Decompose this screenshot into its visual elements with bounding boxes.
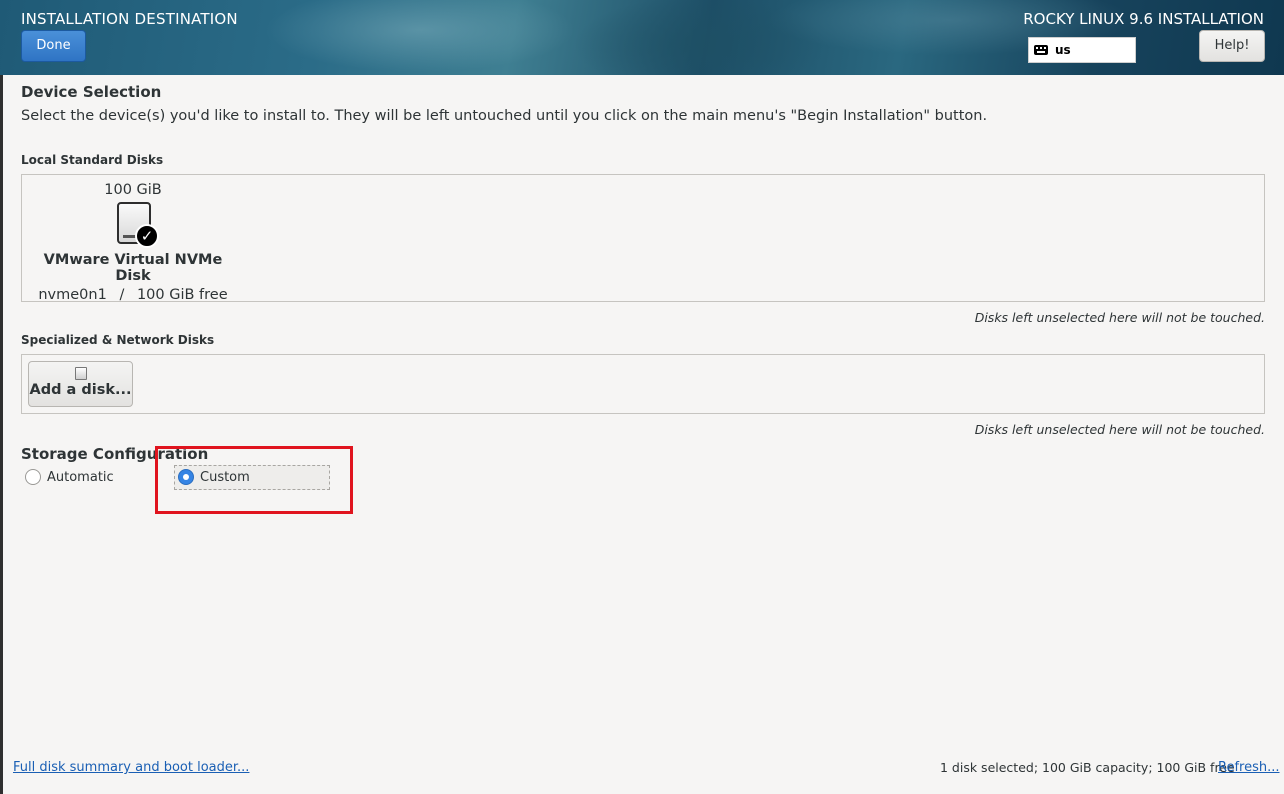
add-disk-label: Add a disk... (29, 382, 132, 398)
radio-label-automatic: Automatic (47, 469, 114, 485)
disk-add-icon (74, 367, 87, 380)
checkmark-icon: ✓ (135, 224, 159, 248)
local-disks-note: Disks left unselected here will not be t… (974, 310, 1265, 325)
left-edge-divider (0, 75, 3, 794)
full-disk-summary-link[interactable]: Full disk summary and boot loader... (13, 760, 249, 775)
disk-free-info: nvme0n1 / 100 GiB free (33, 287, 233, 303)
radio-automatic[interactable]: Automatic (25, 469, 114, 485)
network-disks-note: Disks left unselected here will not be t… (974, 422, 1265, 437)
disk-device: nvme0n1 (38, 287, 107, 303)
add-disk-button[interactable]: Add a disk... (28, 361, 133, 407)
annotation-highlight-box (155, 446, 353, 514)
disk-separator: / (119, 287, 125, 303)
help-button[interactable]: Help! (1199, 30, 1265, 62)
product-title: ROCKY LINUX 9.6 INSTALLATION (1023, 10, 1264, 28)
page-title: INSTALLATION DESTINATION (21, 10, 238, 28)
refresh-link[interactable]: Refresh... (1218, 760, 1280, 775)
done-button[interactable]: Done (21, 30, 86, 62)
disk-free: 100 GiB free (136, 287, 228, 303)
disk-item-nvme0n1[interactable]: 100 GiB ✓ VMware Virtual NVMe Disk nvme0… (33, 178, 233, 303)
keyboard-layout-indicator[interactable]: us (1028, 37, 1136, 63)
network-disks-label: Specialized & Network Disks (21, 333, 215, 347)
local-disks-label: Local Standard Disks (21, 153, 164, 167)
disk-summary-text: 1 disk selected; 100 GiB capacity; 100 G… (940, 760, 1235, 775)
network-disks-panel: Add a disk... (21, 354, 1265, 414)
keyboard-icon (1034, 45, 1048, 55)
disk-size: 100 GiB (104, 182, 162, 198)
header-banner: INSTALLATION DESTINATION Done ROCKY LINU… (0, 0, 1284, 75)
disk-name: VMware Virtual NVMe Disk (43, 252, 223, 284)
local-disks-panel: 100 GiB ✓ VMware Virtual NVMe Disk nvme0… (21, 174, 1265, 303)
disk-icon-group: ✓ (113, 202, 159, 248)
device-selection-title: Device Selection (21, 83, 162, 101)
radio-button-automatic[interactable] (25, 469, 41, 485)
device-selection-instructions: Select the device(s) you'd like to insta… (21, 108, 988, 124)
keyboard-layout-label: us (1055, 43, 1071, 57)
